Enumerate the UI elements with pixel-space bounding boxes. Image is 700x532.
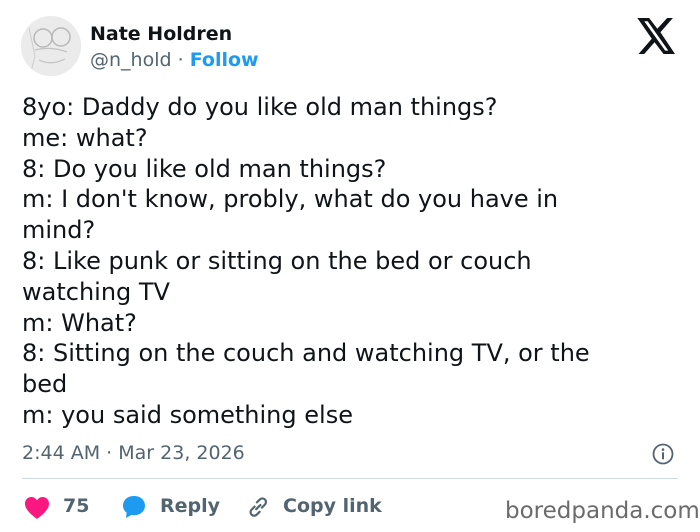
handle-separator: · <box>177 49 184 71</box>
copy-link-button[interactable]: Copy link <box>283 494 382 518</box>
timestamp-separator: · <box>106 442 113 464</box>
tweet-line: 8: Do you like old man things? <box>22 154 387 183</box>
tweet-line: watching TV <box>22 277 170 306</box>
tweet-line: mind? <box>22 216 96 245</box>
info-icon[interactable] <box>652 443 674 465</box>
author-handle[interactable]: @n_hold <box>90 49 172 71</box>
tweet-card: Nate Holdren @n_hold · Follow 8yo: Daddy… <box>0 0 700 532</box>
avatar-sketch <box>21 16 81 76</box>
author-handle-row: @n_hold · Follow <box>90 48 259 72</box>
follow-button[interactable]: Follow <box>190 49 259 71</box>
tweet-time: 2:44 AM <box>22 442 101 464</box>
tweet-line: me: what? <box>22 123 148 152</box>
tweet-text: 8yo: Daddy do you like old man things? m… <box>22 92 662 431</box>
reply-button[interactable]: Reply <box>160 494 220 518</box>
like-count[interactable]: 75 <box>63 494 89 518</box>
tweet-line: bed <box>22 370 68 399</box>
tweet-line: 8: Sitting on the couch and watching TV,… <box>22 339 590 368</box>
tweet-line: 8yo: Daddy do you like old man things? <box>22 93 498 121</box>
watermark: boredpanda.com <box>505 498 700 524</box>
divider <box>22 478 678 479</box>
speech-bubble-icon[interactable] <box>121 494 147 520</box>
author-name[interactable]: Nate Holdren <box>90 22 232 46</box>
avatar[interactable] <box>21 16 81 76</box>
tweet-line: 8: Like punk or sitting on the bed or co… <box>22 246 532 275</box>
tweet-line: m: I don't know, probly, what do you hav… <box>22 185 559 214</box>
heart-icon[interactable] <box>24 496 50 520</box>
tweet-timestamp[interactable]: 2:44 AM · Mar 23, 2026 <box>22 441 245 465</box>
tweet-line: m: What? <box>22 308 137 337</box>
tweet-date: Mar 23, 2026 <box>118 442 245 464</box>
x-logo-icon[interactable] <box>637 18 677 54</box>
tweet-line: m: you said something else <box>22 400 353 429</box>
link-icon[interactable] <box>245 494 271 520</box>
